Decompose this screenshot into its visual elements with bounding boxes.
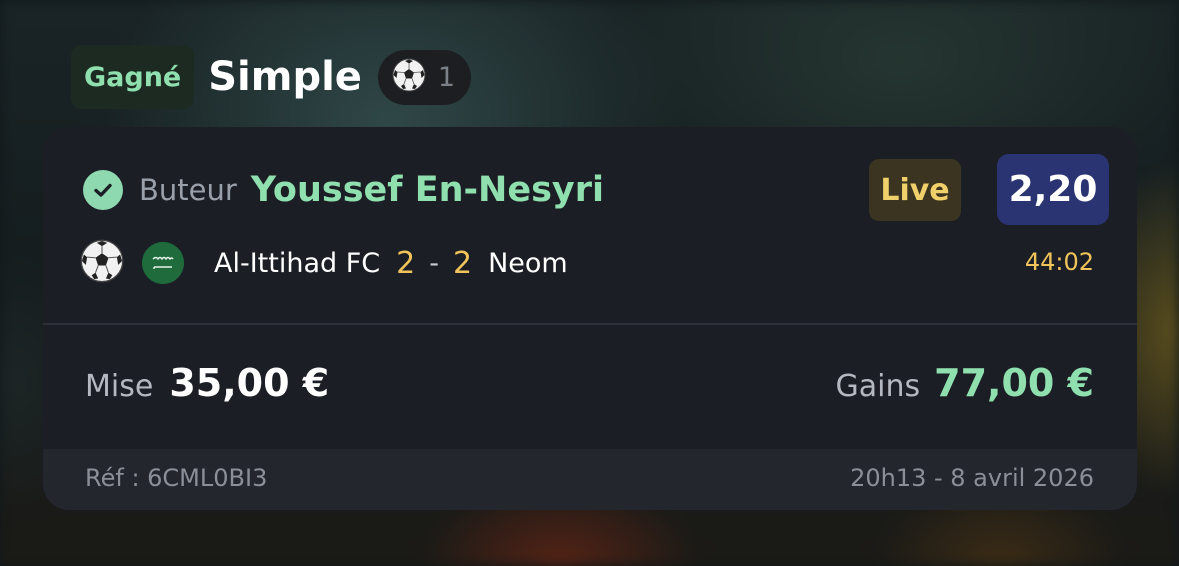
winnings-summary: Gains 77,00 € <box>836 361 1094 405</box>
selection-name: Youssef En-Nesyri <box>250 170 604 210</box>
home-score: 2 <box>396 245 416 281</box>
saudi-arabia-flag-icon <box>142 242 184 284</box>
status-label: Gagné <box>84 61 182 93</box>
check-circle-icon <box>83 170 123 210</box>
soccer-ball-icon <box>392 58 426 96</box>
live-label: Live <box>880 172 950 208</box>
match-row[interactable]: Al-Ittihad FC 2 - 2 Neom <box>80 239 568 287</box>
bet-type-title: Simple <box>208 54 362 100</box>
divider <box>43 323 1137 325</box>
stake-label: Mise <box>85 369 154 404</box>
selection-count: 1 <box>437 61 456 93</box>
bet-footer: Réf : 6CML0BI3 20h13 - 8 avril 2026 <box>43 449 1137 510</box>
bet-header: Gagné Simple 1 <box>71 45 472 109</box>
bet-reference: Réf : 6CML0BI3 <box>85 464 268 492</box>
odds-badge: 2,20 <box>997 154 1109 225</box>
odds-value: 2,20 <box>1008 169 1098 210</box>
bet-timestamp: 20h13 - 8 avril 2026 <box>850 464 1094 492</box>
winnings-value: 77,00 € <box>934 361 1094 405</box>
stake-value: 35,00 € <box>169 361 330 405</box>
stake-summary: Mise 35,00 € <box>85 361 329 405</box>
match-clock: 44:02 <box>1024 248 1094 276</box>
bet-card[interactable]: Buteur Youssef En-Nesyri Live 2,20 Al-It… <box>43 127 1137 510</box>
selection-row: Buteur Youssef En-Nesyri <box>83 170 604 210</box>
live-badge: Live <box>869 159 961 221</box>
selection-count-pill: 1 <box>377 49 472 105</box>
market-label: Buteur <box>139 173 237 207</box>
away-team-name: Neom <box>488 247 568 279</box>
away-score: 2 <box>452 245 473 281</box>
status-badge: Gagné <box>71 45 195 109</box>
score-separator: - <box>429 247 439 279</box>
soccer-ball-icon <box>80 239 124 287</box>
winnings-label: Gains <box>835 369 921 404</box>
home-team-name: Al-Ittihad FC <box>214 247 381 279</box>
